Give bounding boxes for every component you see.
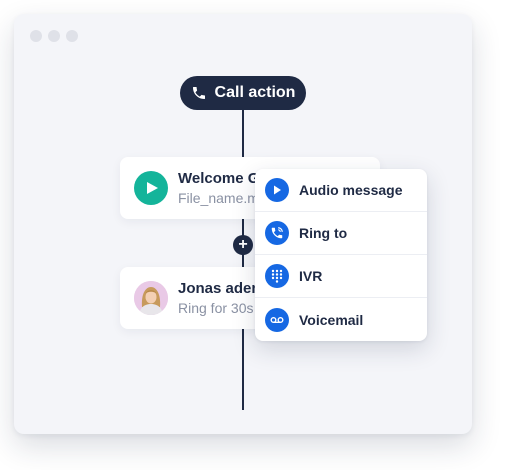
window-dot-icon[interactable] — [48, 30, 60, 42]
menu-item-ivr[interactable]: IVR — [255, 255, 427, 298]
flow-connector-line — [242, 108, 244, 410]
keypad-icon — [265, 264, 289, 288]
plus-icon: + — [238, 236, 248, 253]
menu-item-label: Ring to — [299, 225, 348, 241]
phone-ring-icon — [265, 221, 289, 245]
avatar — [134, 281, 168, 315]
voicemail-icon — [265, 307, 289, 332]
card-title: Jonas aden — [178, 280, 261, 297]
menu-item-voicemail[interactable]: Voicemail — [255, 298, 427, 341]
call-action-label: Call action — [214, 84, 296, 101]
app-window: Call action Welcome G File_name.m + Jona… — [14, 14, 472, 434]
menu-item-label: IVR — [299, 268, 323, 284]
call-action-button[interactable]: Call action — [180, 76, 306, 110]
card-subtitle: Ring for 30s — [178, 300, 254, 316]
play-icon — [265, 178, 289, 202]
window-controls — [30, 30, 78, 42]
card-subtitle: File_name.m — [178, 190, 259, 206]
play-icon[interactable] — [134, 171, 168, 205]
card-text: Jonas aden Ring for 30s — [178, 279, 261, 317]
card-text: Welcome G File_name.m — [178, 169, 259, 207]
window-dot-icon[interactable] — [30, 30, 42, 42]
add-step-button[interactable]: + — [233, 235, 253, 255]
window-dot-icon[interactable] — [66, 30, 78, 42]
menu-item-label: Audio message — [299, 182, 403, 198]
menu-item-label: Voicemail — [299, 311, 364, 328]
phone-icon — [192, 87, 205, 99]
menu-item-audio-message[interactable]: Audio message — [255, 169, 427, 212]
card-title: Welcome G — [178, 170, 260, 187]
menu-item-ring-to[interactable]: Ring to — [255, 212, 427, 255]
add-action-menu: Audio message Ring to IVR Voicemail — [255, 169, 427, 341]
